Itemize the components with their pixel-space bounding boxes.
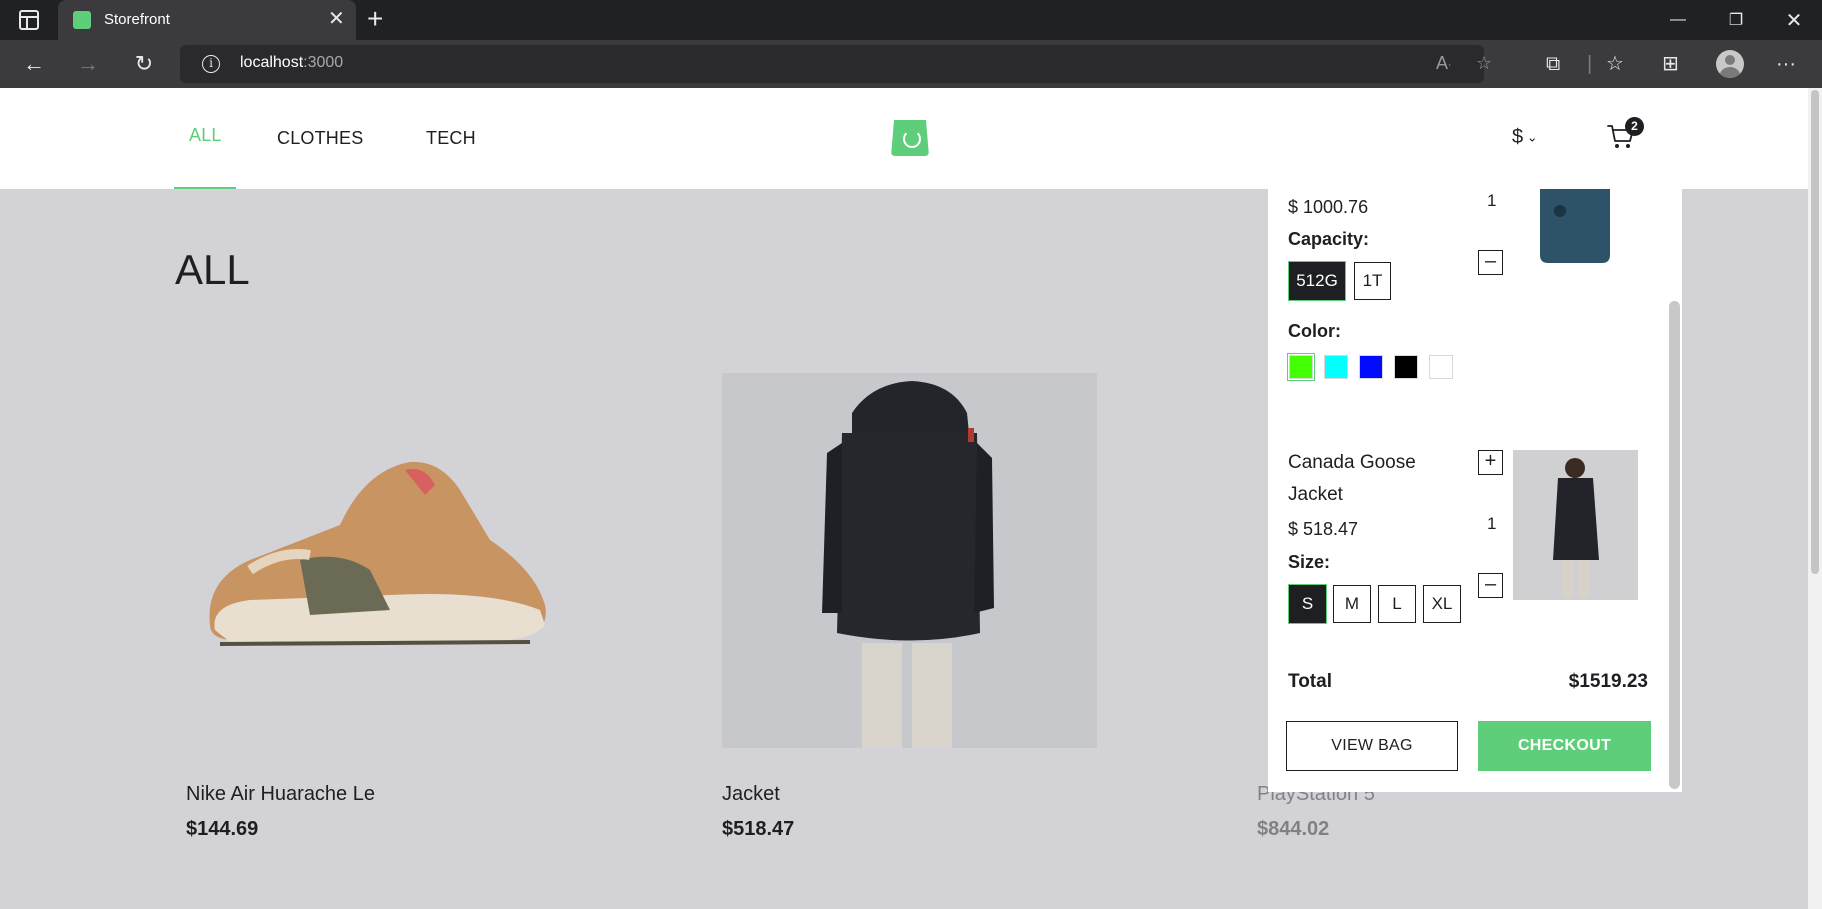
product-image: [722, 373, 1097, 748]
mini-cart-scrollbar[interactable]: [1669, 301, 1680, 789]
store-header: ALL CLOTHES TECH $ ⌄ 2: [0, 88, 1808, 189]
tab-title: Storefront: [104, 11, 170, 28]
address-bar: ← → ↻ i localhost:3000 Aᐧ ☆ ⧉ | ☆ ⊞ ···: [0, 40, 1822, 88]
extensions-icon[interactable]: ⧉: [1546, 52, 1560, 76]
color-swatch-black[interactable]: [1394, 355, 1418, 379]
page-title: ALL: [175, 246, 250, 293]
size-label: Size:: [1288, 552, 1331, 572]
new-tab-icon[interactable]: +: [367, 3, 383, 35]
product-name[interactable]: Nike Air Huarache Le: [186, 783, 375, 806]
nav-clothes[interactable]: CLOTHES: [277, 128, 363, 149]
quantity-value: 1: [1487, 514, 1497, 533]
browser-tab-bar: Storefront ✕ + — ❐ ✕: [0, 0, 1822, 40]
total-label: Total: [1288, 671, 1332, 692]
total-value: $1519.23: [1568, 671, 1648, 692]
url-text[interactable]: localhost:3000: [240, 54, 343, 72]
back-icon[interactable]: ←: [18, 48, 50, 80]
decrease-quantity-button[interactable]: –: [1478, 573, 1503, 598]
tab-actions-icon[interactable]: [19, 10, 39, 30]
nav-all[interactable]: ALL: [189, 125, 222, 146]
info-icon[interactable]: i: [202, 55, 220, 73]
close-window-icon[interactable]: ✕: [1766, 0, 1822, 40]
chevron-down-icon: ⌄: [1523, 129, 1538, 145]
minimize-icon[interactable]: —: [1650, 0, 1706, 40]
toolbar-divider: |: [1587, 53, 1593, 75]
increase-quantity-button[interactable]: +: [1478, 450, 1503, 475]
reload-icon[interactable]: ↻: [128, 48, 160, 80]
logo-icon[interactable]: [891, 120, 929, 156]
decrease-quantity-button[interactable]: –: [1478, 250, 1503, 275]
color-swatch-blue[interactable]: [1359, 355, 1383, 379]
color-swatch-cyan[interactable]: [1324, 355, 1348, 379]
size-option-l[interactable]: L: [1378, 585, 1416, 623]
checkout-button[interactable]: CHECKOUT: [1478, 721, 1651, 771]
cart-item-name: Canada Goose: [1288, 452, 1416, 473]
url-field[interactable]: i localhost:3000 Aᐧ ☆: [180, 45, 1492, 83]
browser-tab[interactable]: Storefront ✕: [58, 0, 356, 40]
view-bag-button[interactable]: VIEW BAG: [1286, 721, 1458, 771]
capacity-option-512g[interactable]: 512G: [1289, 262, 1345, 300]
maximize-icon[interactable]: ❐: [1708, 0, 1764, 40]
product-price: $844.02: [1257, 818, 1330, 840]
favorite-add-icon[interactable]: ☆: [1476, 53, 1492, 74]
close-icon[interactable]: ✕: [328, 8, 345, 30]
quantity-value: 1: [1487, 191, 1497, 210]
nav-active-underline: [174, 187, 236, 189]
color-swatch-white[interactable]: [1429, 355, 1453, 379]
cart-item-price: $ 1000.76: [1288, 197, 1369, 217]
more-icon[interactable]: ···: [1776, 52, 1796, 76]
color-swatch-green[interactable]: [1289, 355, 1313, 379]
cart-item-price: $ 518.47: [1288, 519, 1359, 539]
mini-cart: $ 1000.76 Capacity: 512G 1T Color: 1 – C…: [1268, 189, 1682, 792]
read-aloud-icon[interactable]: Aᐧ: [1436, 53, 1451, 74]
size-option-m[interactable]: M: [1333, 585, 1371, 623]
storefront-favicon-icon: [73, 11, 91, 29]
size-option-xl[interactable]: XL: [1423, 585, 1461, 623]
size-option-s[interactable]: S: [1289, 585, 1326, 623]
capacity-label: Capacity:: [1288, 229, 1370, 249]
page-scrollbar[interactable]: [1808, 88, 1822, 909]
product-thumbnail: [1540, 189, 1610, 263]
cart-item-name-line2: Jacket: [1288, 484, 1343, 505]
forward-icon[interactable]: →: [72, 48, 104, 80]
color-label: Color:: [1288, 321, 1341, 341]
product-name[interactable]: Jacket: [722, 783, 780, 806]
product-image: [209, 461, 546, 646]
product-thumbnail: [1513, 450, 1638, 600]
currency-switcher[interactable]: $ ⌄: [1512, 126, 1538, 149]
nav-tech[interactable]: TECH: [426, 128, 476, 149]
profile-icon[interactable]: [1716, 50, 1744, 78]
product-price: $518.47: [722, 818, 795, 840]
product-price: $144.69: [186, 818, 259, 840]
collections-icon[interactable]: ⊞: [1662, 52, 1679, 76]
capacity-option-1t[interactable]: 1T: [1354, 262, 1391, 300]
favorites-icon[interactable]: ☆: [1606, 52, 1624, 76]
cart-count-badge: 2: [1625, 117, 1644, 136]
